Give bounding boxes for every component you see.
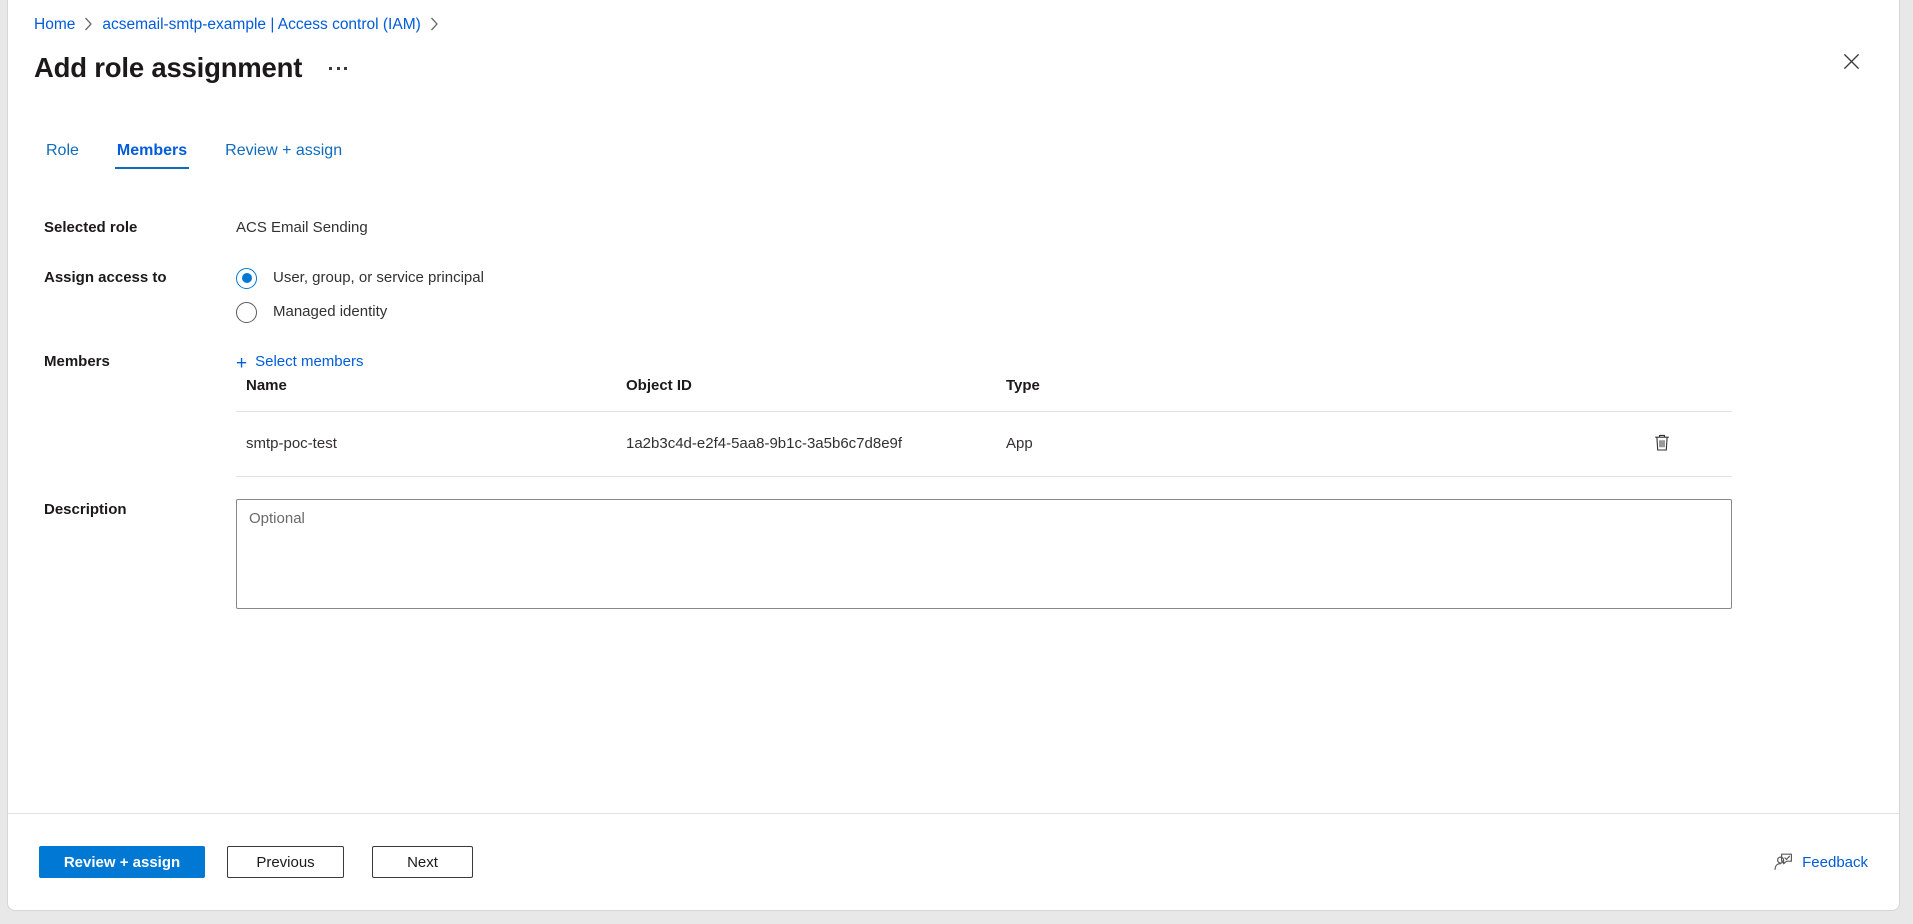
assign-access-to-label: Assign access to <box>44 269 167 286</box>
radio-user-group-service-principal-label: User, group, or service principal <box>273 269 484 286</box>
page-title: Add role assignment <box>34 52 303 84</box>
plus-icon: + <box>236 352 248 374</box>
column-header-name: Name <box>236 374 616 412</box>
tab-role[interactable]: Role <box>44 143 81 169</box>
radio-user-group-service-principal[interactable]: User, group, or service principal <box>236 267 1899 289</box>
select-members-label: Select members <box>255 353 364 370</box>
column-header-type: Type <box>996 374 1296 412</box>
field-selected-role: Selected role ACS Email Sending <box>8 217 1899 239</box>
breadcrumb-item-home[interactable]: Home <box>34 16 75 34</box>
members-table-header-row: Name Object ID Type <box>236 374 1732 412</box>
chevron-right-icon <box>84 17 93 31</box>
previous-button[interactable]: Previous <box>227 846 344 878</box>
breadcrumb-item-resource[interactable]: acsemail-smtp-example | Access control (… <box>102 16 420 34</box>
radio-managed-identity-label: Managed identity <box>273 303 388 320</box>
delete-member-button[interactable] <box>1648 429 1676 457</box>
add-role-assignment-blade: Home acsemail-smtp-example | Access cont… <box>7 0 1900 911</box>
blade-body: Selected role ACS Email Sending Assign a… <box>8 169 1899 813</box>
ellipsis-icon <box>329 66 348 70</box>
role-assignment-form: Selected role ACS Email Sending Assign a… <box>8 169 1899 609</box>
cell-member-object-id: 1a2b3c4d-e2f4-5aa8-9b1c-3a5b6c7d8e9f <box>616 411 996 477</box>
field-assign-access-to: Assign access to User, group, or service… <box>8 267 1899 323</box>
wizard-tabs: Role Members Review + assign <box>8 131 1899 169</box>
assign-access-radio-group: User, group, or service principal Manage… <box>236 267 1899 323</box>
column-header-actions <box>1296 374 1732 412</box>
column-header-object-id: Object ID <box>616 374 996 412</box>
cell-member-name: smtp-poc-test <box>236 411 616 477</box>
blade-header: Home acsemail-smtp-example | Access cont… <box>8 0 1899 89</box>
selected-role-value: ACS Email Sending <box>236 219 368 236</box>
blade-footer: Review + assign Previous Next Feedback <box>8 813 1899 910</box>
title-row: Add role assignment <box>8 47 1899 89</box>
tab-review-assign[interactable]: Review + assign <box>223 143 344 169</box>
members-label: Members <box>44 353 110 370</box>
field-description: Description <box>8 499 1899 609</box>
description-input[interactable] <box>236 499 1732 609</box>
breadcrumb: Home acsemail-smtp-example | Access cont… <box>8 14 1899 36</box>
feedback-label: Feedback <box>1802 853 1868 871</box>
feedback-link[interactable]: Feedback <box>1772 853 1868 872</box>
select-members-button[interactable]: + Select members <box>236 351 363 373</box>
radio-mark-selected-icon <box>236 267 257 289</box>
close-button[interactable] <box>1834 44 1868 78</box>
description-label: Description <box>44 501 127 518</box>
selected-role-label: Selected role <box>44 219 138 236</box>
next-button[interactable]: Next <box>372 846 473 878</box>
radio-mark-icon <box>236 301 257 323</box>
more-options-button[interactable] <box>322 53 354 83</box>
person-feedback-icon <box>1772 853 1793 872</box>
table-row: smtp-poc-test 1a2b3c4d-e2f4-5aa8-9b1c-3a… <box>236 411 1732 477</box>
tab-members[interactable]: Members <box>114 143 190 169</box>
members-table: Name Object ID Type smtp-poc-test 1a2b3c… <box>236 374 1732 478</box>
chevron-right-icon-2 <box>430 17 439 31</box>
review-assign-button[interactable]: Review + assign <box>39 846 205 878</box>
close-icon <box>1843 53 1859 69</box>
trash-icon <box>1655 434 1669 451</box>
cell-member-type: App <box>996 411 1296 477</box>
radio-managed-identity[interactable]: Managed identity <box>236 301 1899 323</box>
field-members: Members + Select members Name Object ID … <box>8 351 1899 477</box>
